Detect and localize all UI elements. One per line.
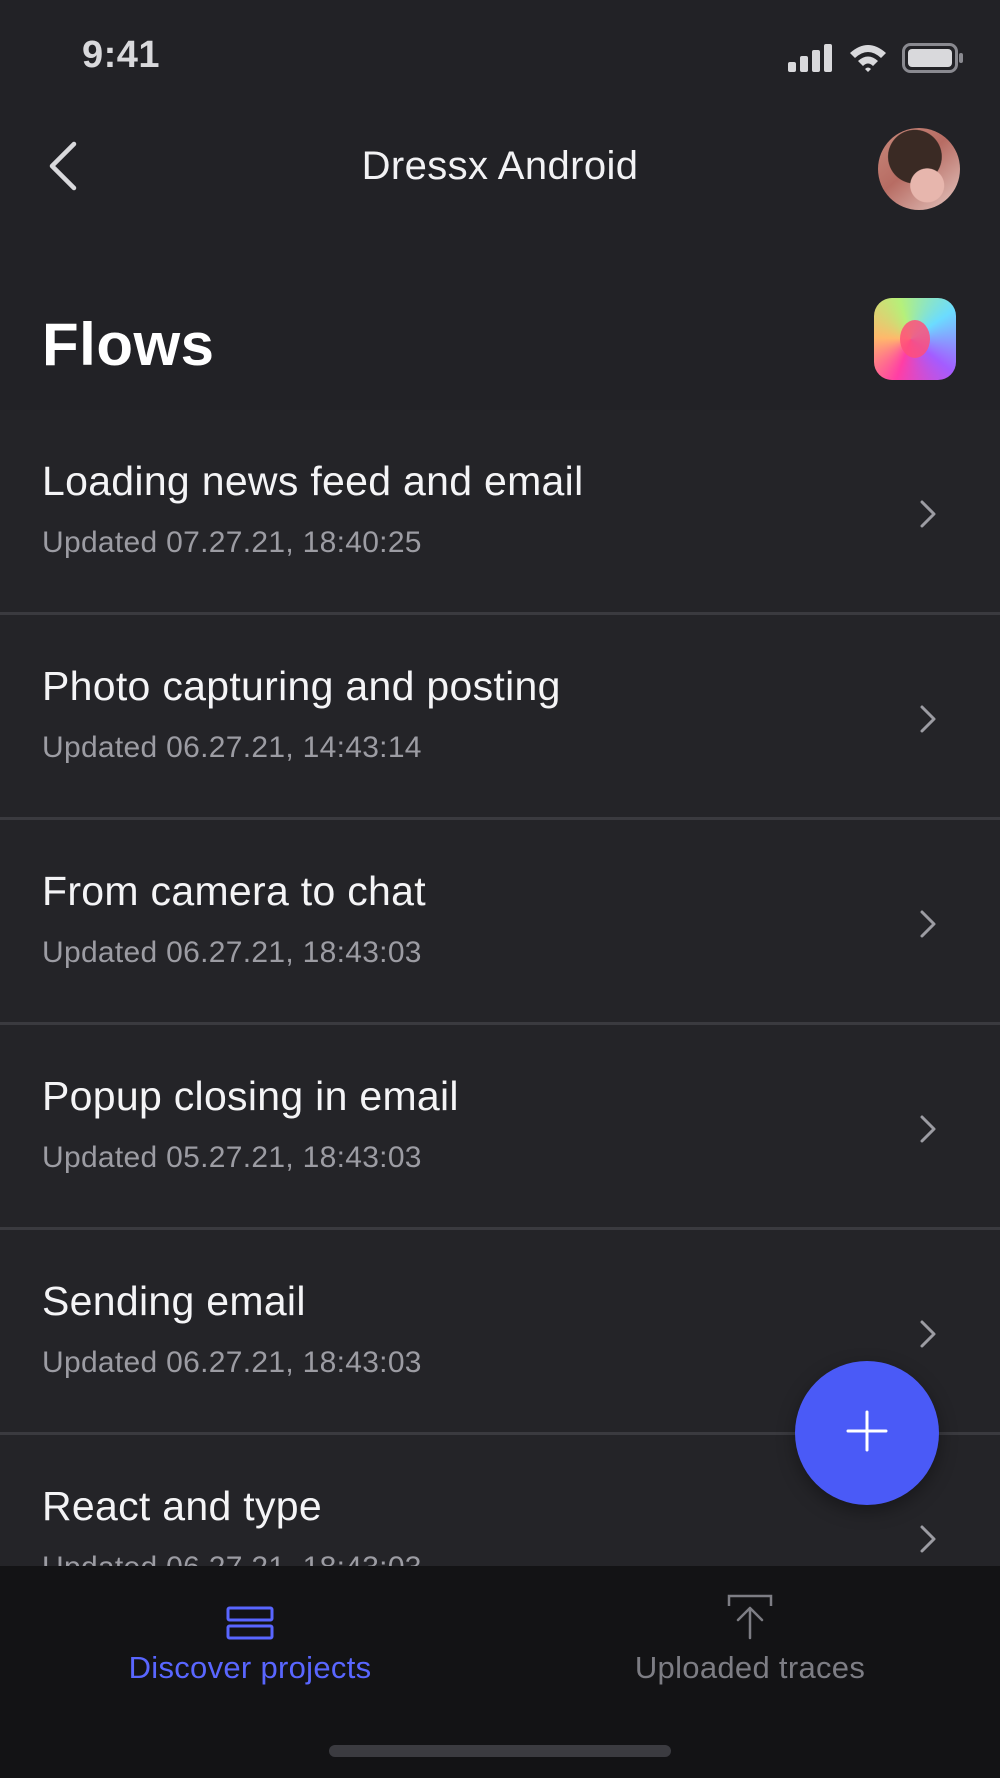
- flow-updated-date: Updated 06.27.21, 14:43:14: [42, 731, 422, 764]
- tab-label: Uploaded traces: [634, 1650, 866, 1685]
- flow-title: Sending email: [42, 1278, 306, 1324]
- nav-bar: Dressx Android: [0, 110, 1000, 230]
- app-logo-icon: [874, 298, 956, 380]
- tab-uploaded-traces[interactable]: Uploaded traces: [500, 1588, 1000, 1698]
- status-icons: [788, 40, 964, 80]
- flow-updated-date: Updated 06.27.21, 18:43:03: [42, 1551, 422, 1566]
- flow-updated-date: Updated 07.27.21, 18:40:25: [42, 526, 422, 559]
- chevron-right-icon: [918, 498, 940, 530]
- flow-list-item[interactable]: Photo capturing and posting Updated 06.2…: [0, 615, 1000, 820]
- tab-bar: Discover projects Uploaded traces: [0, 1566, 1000, 1778]
- flow-title: Loading news feed and email: [42, 458, 584, 504]
- status-time: 9:41: [82, 34, 161, 76]
- flow-updated-date: Updated 06.27.21, 18:43:03: [42, 936, 422, 969]
- chevron-right-icon: [918, 908, 940, 940]
- flow-list-item[interactable]: From camera to chat Updated 06.27.21, 18…: [0, 820, 1000, 1025]
- flow-updated-date: Updated 05.27.21, 18:43:03: [42, 1141, 422, 1174]
- status-bar: 9:41: [0, 0, 1000, 110]
- chevron-right-icon: [918, 1523, 940, 1555]
- flow-list-item[interactable]: Popup closing in email Updated 05.27.21,…: [0, 1025, 1000, 1230]
- page-title: Dressx Android: [361, 144, 639, 188]
- home-indicator[interactable]: [329, 1745, 671, 1757]
- cellular-signal-icon: [788, 43, 834, 77]
- tab-discover-projects[interactable]: Discover projects: [0, 1588, 500, 1698]
- flow-title: From camera to chat: [42, 868, 426, 914]
- flow-list-item[interactable]: Loading news feed and email Updated 07.2…: [0, 410, 1000, 615]
- tab-label: Discover projects: [128, 1650, 372, 1685]
- section-header: Flows: [0, 230, 1000, 410]
- section-title: Flows: [42, 311, 215, 378]
- flow-title: Popup closing in email: [42, 1073, 459, 1119]
- flow-title: React and type: [42, 1483, 322, 1529]
- add-flow-button[interactable]: [795, 1361, 939, 1505]
- chevron-right-icon: [918, 703, 940, 735]
- layers-icon: [226, 1588, 274, 1640]
- upload-icon: [727, 1588, 773, 1640]
- battery-icon: [902, 42, 964, 78]
- chevron-right-icon: [918, 1318, 940, 1350]
- avatar[interactable]: [878, 128, 960, 210]
- plus-icon: [845, 1409, 889, 1458]
- chevron-right-icon: [918, 1113, 940, 1145]
- wifi-icon: [848, 43, 888, 78]
- flow-updated-date: Updated 06.27.21, 18:43:03: [42, 1346, 422, 1379]
- screen: 9:41 Dressx Android Flows Loading news f…: [0, 0, 1000, 1778]
- flow-title: Photo capturing and posting: [42, 663, 561, 709]
